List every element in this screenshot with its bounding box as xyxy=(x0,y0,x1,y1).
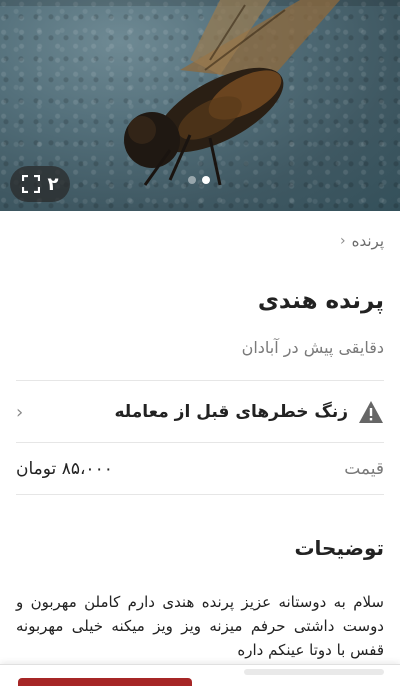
safety-warning-row[interactable]: زنگ خطرهای قبل از معامله ‹ xyxy=(16,382,384,442)
fullscreen-gallery-button[interactable]: ۲ xyxy=(10,166,70,202)
description-title: توضیحات xyxy=(294,536,384,560)
contact-button[interactable] xyxy=(18,678,192,686)
gallery-dot[interactable] xyxy=(188,176,196,184)
divider xyxy=(16,494,384,495)
ad-image-gallery[interactable]: ۲ xyxy=(0,0,400,211)
breadcrumb[interactable]: پرنده ‹ xyxy=(340,232,384,250)
breadcrumb-category[interactable]: پرنده xyxy=(352,232,384,250)
chevron-left-icon: ‹ xyxy=(16,401,24,423)
ad-subtitle: دقایقی پیش در آبادان xyxy=(241,338,384,357)
chevron-left-icon: ‹ xyxy=(340,233,346,249)
description-text: سلام به دوستانه عزیز پرنده هندی دارم کام… xyxy=(16,593,384,659)
divider xyxy=(16,380,384,381)
price-row: قیمت ۸۵،۰۰۰ تومان xyxy=(16,444,384,494)
expand-icon xyxy=(21,175,40,193)
gallery-dot-active[interactable] xyxy=(202,176,210,184)
safety-warning-label: زنگ خطرهای قبل از معامله xyxy=(114,402,348,422)
bottom-bar-secondary[interactable] xyxy=(244,669,384,675)
fly-photo xyxy=(124,0,340,186)
ad-title: پرنده هندی xyxy=(257,288,384,314)
warning-triangle-icon xyxy=(359,401,383,423)
gallery-pagination xyxy=(188,176,210,184)
price-label: قیمت xyxy=(344,459,384,479)
image-count: ۲ xyxy=(47,173,59,195)
price-value: ۸۵،۰۰۰ تومان xyxy=(16,459,113,479)
divider xyxy=(16,442,384,443)
